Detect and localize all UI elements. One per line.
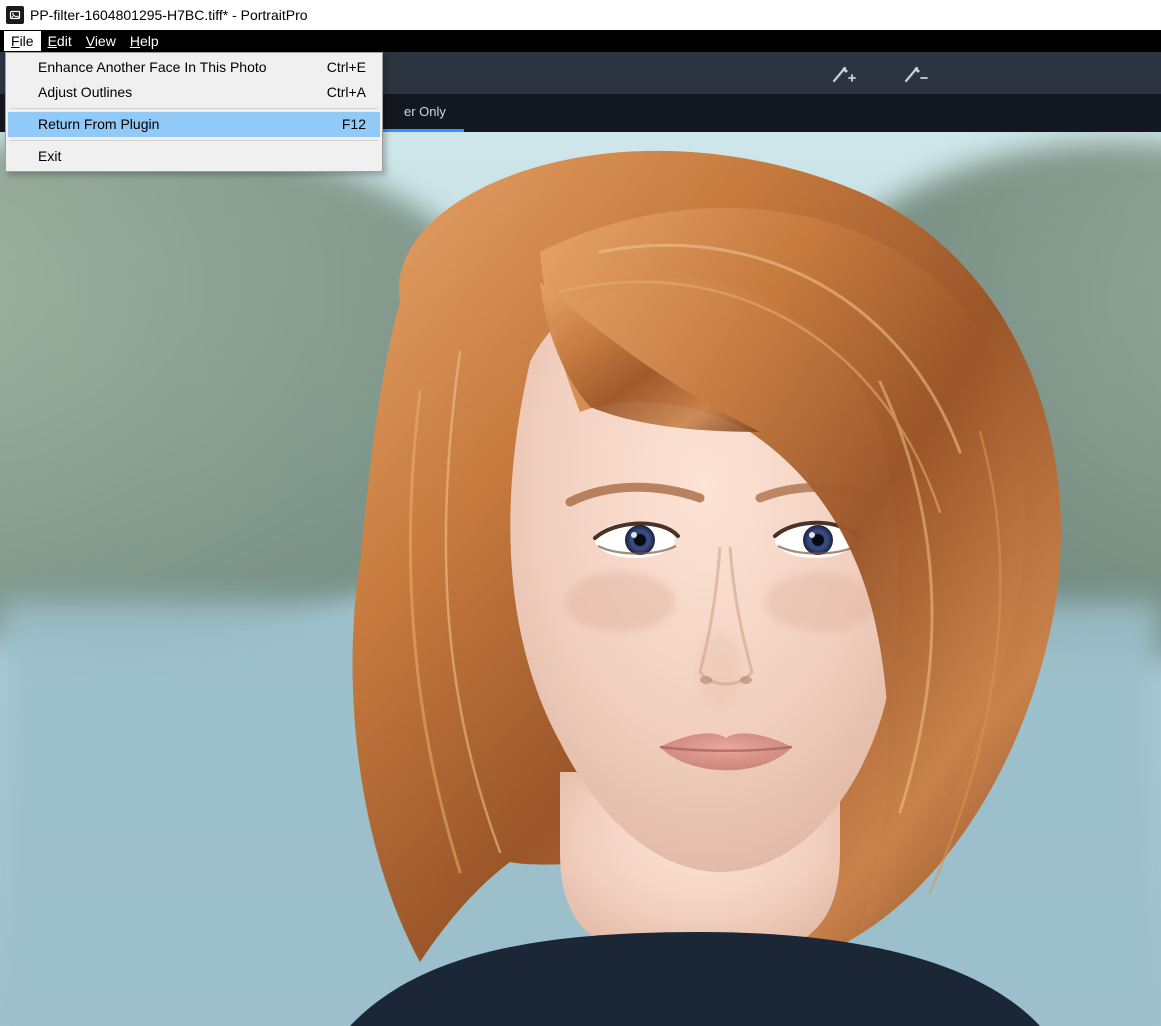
brush-remove-button[interactable] xyxy=(903,62,931,84)
menuitem-return-from-plugin[interactable]: Return From Plugin F12 xyxy=(8,112,380,137)
menuitem-enhance-another-face[interactable]: Enhance Another Face In This Photo Ctrl+… xyxy=(8,55,380,80)
menu-separator xyxy=(10,140,378,141)
image-canvas[interactable] xyxy=(0,132,1161,1026)
menuitem-shortcut: Ctrl+E xyxy=(327,59,366,75)
menuitem-exit[interactable]: Exit xyxy=(8,144,380,169)
menuitem-adjust-outlines[interactable]: Adjust Outlines Ctrl+A xyxy=(8,80,380,105)
app-icon xyxy=(6,6,24,24)
menuitem-label: Adjust Outlines xyxy=(38,84,132,100)
menu-help[interactable]: Help xyxy=(123,31,166,51)
menuitem-label: Exit xyxy=(38,148,61,164)
menuitem-label: Enhance Another Face In This Photo xyxy=(38,59,267,75)
menuitem-shortcut: F12 xyxy=(342,116,366,132)
window-title: PP-filter-1604801295-H7BC.tiff* - Portra… xyxy=(30,7,308,23)
menu-file[interactable]: File xyxy=(4,31,41,51)
titlebar: PP-filter-1604801295-H7BC.tiff* - Portra… xyxy=(0,0,1161,30)
brush-add-button[interactable] xyxy=(831,62,859,84)
menu-view[interactable]: View xyxy=(79,31,123,51)
menu-edit[interactable]: Edit xyxy=(41,31,79,51)
menuitem-shortcut: Ctrl+A xyxy=(327,84,366,100)
menu-separator xyxy=(10,108,378,109)
tab-label: er Only xyxy=(404,104,446,119)
file-menu-dropdown: Enhance Another Face In This Photo Ctrl+… xyxy=(5,52,383,172)
menubar: File Edit View Help xyxy=(0,30,1161,52)
menuitem-label: Return From Plugin xyxy=(38,116,159,132)
portrait-image xyxy=(0,132,1161,1026)
